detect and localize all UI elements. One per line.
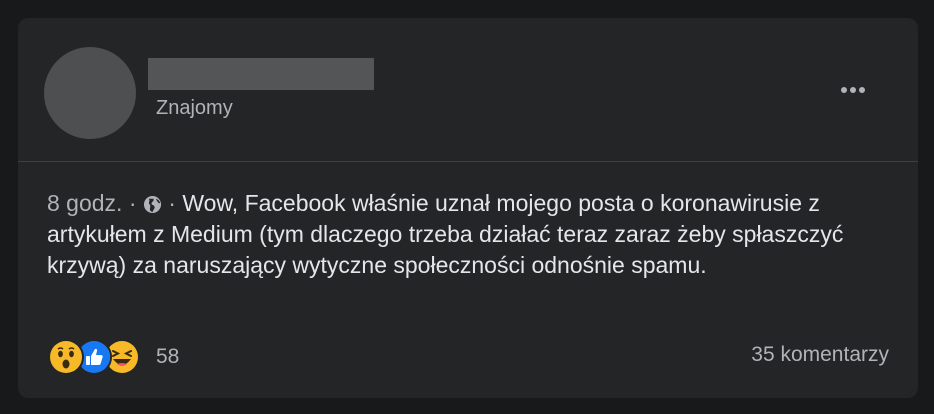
reactions-summary[interactable]: 58 — [48, 339, 180, 375]
more-dot-icon — [841, 87, 847, 93]
author-label: Znajomy — [156, 97, 233, 119]
reaction-count: 58 — [156, 345, 180, 368]
divider — [18, 161, 918, 162]
wow-icon — [48, 339, 84, 375]
post-text: Wow, Facebook właśnie uznał mojego posta… — [47, 190, 844, 278]
globe-icon[interactable] — [143, 191, 162, 214]
meta-separator: · — [168, 190, 176, 216]
meta-separator: · — [128, 190, 137, 216]
redacted-author-name — [148, 58, 374, 90]
comments-count-link[interactable]: 35 komentarzy — [751, 343, 889, 367]
post-timestamp[interactable]: 8 godz. — [47, 190, 122, 216]
more-options-button[interactable] — [833, 80, 873, 100]
more-dot-icon — [850, 87, 856, 93]
post-card: Znajomy 8 godz. · · Wow, Facebook właśni… — [18, 18, 918, 398]
avatar[interactable] — [44, 47, 136, 139]
more-dot-icon — [859, 87, 865, 93]
post-body: 8 godz. · · Wow, Facebook właśnie uznał … — [47, 188, 897, 281]
